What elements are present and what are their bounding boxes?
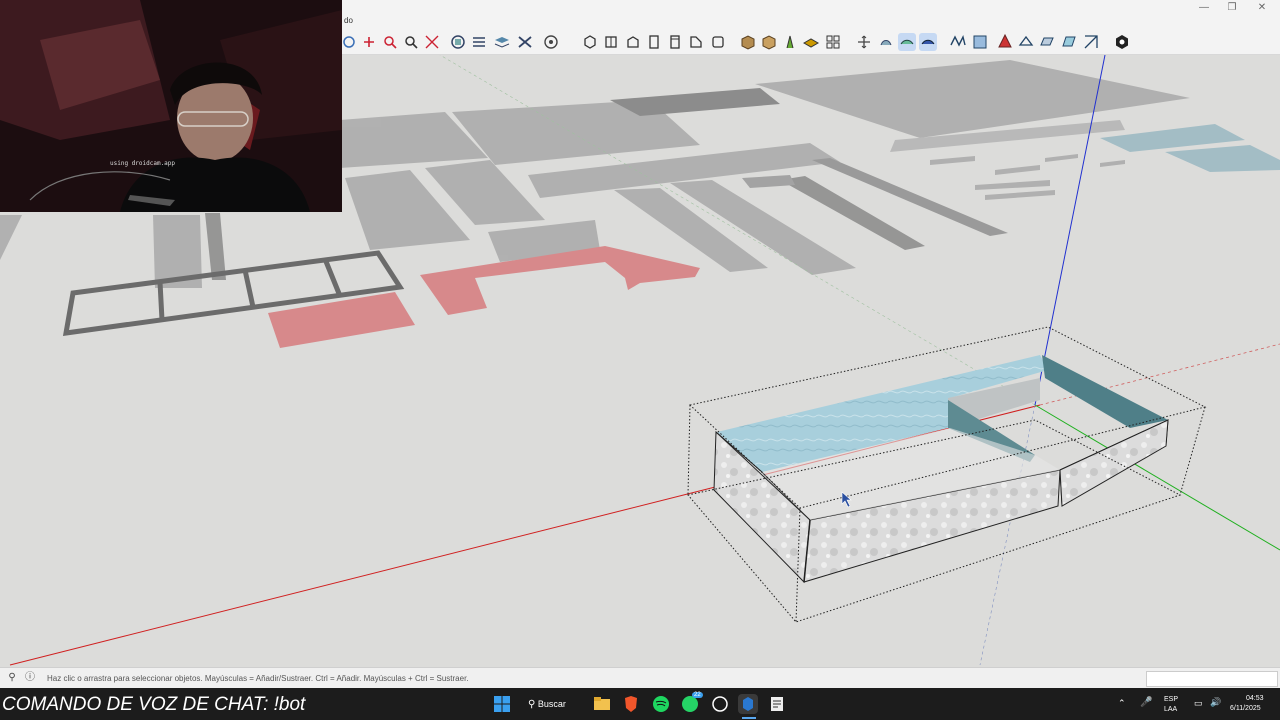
webcam-caption: using droidcam.app [110, 160, 176, 167]
shaded-icon[interactable] [824, 33, 842, 51]
hidden-line-icon[interactable] [802, 33, 820, 51]
microphone-icon[interactable]: 🎤 [1140, 697, 1152, 708]
search-icon: ⚲ [528, 699, 536, 710]
language-bottom[interactable]: LAA [1164, 706, 1177, 713]
sketchup-icon[interactable] [738, 694, 758, 714]
bottom-view-icon[interactable] [709, 33, 727, 51]
clock-time[interactable]: 04:53 [1246, 695, 1264, 702]
walk-icon[interactable] [877, 33, 895, 51]
back-edges-icon[interactable] [760, 33, 778, 51]
chat-command-overlay: COMANDO DE VOZ DE CHAT: !bot [2, 694, 306, 715]
clock-date[interactable]: 6/11/2025 [1230, 705, 1261, 712]
extension-manager-icon[interactable] [996, 33, 1014, 51]
main-toolbar [340, 30, 1280, 55]
minimize-icon[interactable]: — [1192, 2, 1216, 14]
right-view-icon[interactable] [645, 33, 663, 51]
language-top[interactable]: ESP [1164, 696, 1178, 703]
wireframe-icon[interactable] [781, 33, 799, 51]
status-hint-text: Haz clic o arrastra para seleccionar obj… [47, 674, 469, 683]
measurements-box[interactable] [1146, 671, 1278, 687]
chatgpt-icon[interactable] [710, 694, 730, 714]
status-bar: ⚲ ⓘ Haz clic o arrastra para seleccionar… [0, 667, 1280, 689]
info-icon[interactable]: ⓘ [24, 672, 36, 684]
chevron-up-icon[interactable]: ⌃ [1118, 698, 1126, 709]
warehouse-icon[interactable] [971, 33, 989, 51]
active-app-indicator [742, 717, 756, 719]
spotify-icon[interactable] [651, 694, 671, 714]
pool-water-side [1042, 355, 1168, 428]
position-camera-icon[interactable] [855, 33, 873, 51]
webcam-overlay: using droidcam.app [0, 0, 342, 212]
section-icon[interactable] [449, 33, 467, 51]
file-explorer-icon[interactable] [592, 694, 612, 714]
zoom-icon[interactable] [381, 33, 399, 51]
axes-icon[interactable] [470, 33, 488, 51]
extension-icon[interactable] [949, 33, 967, 51]
send-icon[interactable] [1017, 33, 1035, 51]
geolocation-icon[interactable]: ⚲ [6, 672, 18, 684]
close-icon[interactable]: ✕ [1250, 2, 1274, 14]
pan-icon[interactable] [360, 33, 378, 51]
pool-model [713, 355, 1169, 584]
windows-start-icon[interactable] [492, 694, 512, 714]
zoom-window-icon[interactable] [423, 33, 441, 51]
top-view-icon[interactable] [602, 33, 620, 51]
restore-icon[interactable]: ❐ [1220, 2, 1244, 14]
volume-icon[interactable]: 🔊 [1210, 697, 1221, 708]
search-label: Buscar [537, 699, 566, 709]
back-view-icon[interactable] [666, 33, 684, 51]
camera-icon[interactable] [542, 33, 560, 51]
grid-icon[interactable] [1082, 33, 1100, 51]
whatsapp-badge: 22 [692, 692, 703, 698]
styles-icon[interactable] [516, 33, 534, 51]
profile-icon[interactable] [1113, 33, 1131, 51]
layers-icon[interactable] [493, 33, 511, 51]
network-icon[interactable]: ▭ [1194, 698, 1203, 709]
trimble-connect-icon[interactable] [1060, 33, 1078, 51]
look-around-icon[interactable] [898, 33, 916, 51]
notepad-icon[interactable] [767, 694, 787, 714]
iso-view-icon[interactable] [581, 33, 599, 51]
left-view-icon[interactable] [687, 33, 705, 51]
cloud-icon[interactable] [1038, 33, 1056, 51]
brave-icon[interactable] [621, 694, 641, 714]
pool-right-front [1059, 419, 1169, 507]
xray-icon[interactable] [739, 33, 757, 51]
front-view-icon[interactable] [624, 33, 642, 51]
orbit-icon[interactable] [340, 33, 358, 51]
sandbox-icon[interactable] [919, 33, 937, 51]
menu-fragment[interactable]: do [344, 16, 353, 25]
taskbar-search[interactable]: ⚲ Buscar [528, 694, 578, 714]
zoom-extents-icon[interactable] [402, 33, 420, 51]
